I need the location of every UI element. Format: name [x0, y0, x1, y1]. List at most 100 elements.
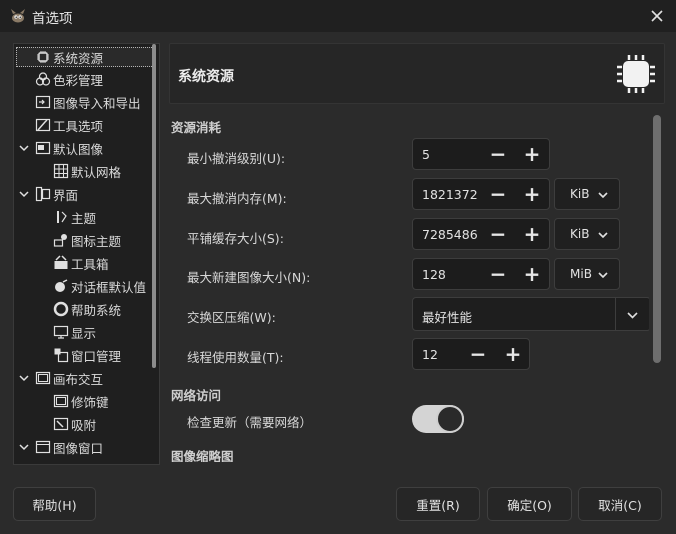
- window-management-icon: [54, 348, 69, 363]
- tree-item-help-system[interactable]: 帮助系统: [14, 298, 153, 320]
- chevron-down-icon[interactable]: [18, 372, 30, 384]
- tree-item-icon-theme[interactable]: 图标主题: [14, 229, 153, 251]
- max-undo-memory-decrement-button[interactable]: −: [481, 178, 515, 210]
- color-circles-icon: [35, 72, 51, 86]
- tree-item-color-management[interactable]: 色彩管理: [14, 68, 153, 90]
- page-header: 系统资源: [169, 43, 665, 104]
- min-undo-value[interactable]: 5: [422, 147, 430, 162]
- max-new-image-size-increment-button[interactable]: +: [515, 258, 549, 290]
- chevron-down-icon: [598, 192, 608, 199]
- tree-item-label: 画布交互: [53, 371, 104, 387]
- minus-icon: −: [489, 142, 507, 166]
- section-title-resources: 资源消耗: [171, 120, 222, 135]
- threads-spinner[interactable]: 12 − +: [412, 338, 530, 370]
- min-undo-increment-button[interactable]: +: [515, 138, 549, 170]
- tile-cache-value[interactable]: 7285486: [422, 227, 478, 242]
- max-new-image-size-value[interactable]: 128: [422, 267, 446, 282]
- help-button[interactable]: 帮助(H): [13, 487, 96, 521]
- reset-button[interactable]: 重置(R): [396, 487, 480, 521]
- tree-item-label: 界面: [53, 187, 79, 203]
- tile-cache-unit-dropdown[interactable]: KiB: [554, 218, 620, 250]
- tree-scrollbar[interactable]: [152, 44, 156, 368]
- tree-item-label: 显示: [71, 325, 97, 341]
- section-title-thumbnails: 图像缩略图: [171, 449, 234, 462]
- image-window-icon: [35, 440, 51, 454]
- tree-item-modifier-keys[interactable]: 修饰键: [14, 390, 153, 412]
- chevron-down-icon[interactable]: [18, 188, 30, 200]
- theme-icon: [57, 211, 67, 223]
- tree-item-tool-options[interactable]: 工具选项: [14, 114, 153, 136]
- tree-item-label: 默认图像: [53, 141, 104, 157]
- plus-icon: +: [523, 142, 541, 166]
- tile-cache-label: 平铺缓存大小(S):: [187, 231, 284, 246]
- tree-item-label: 工具箱: [71, 256, 109, 272]
- grid-icon: [53, 163, 69, 179]
- max-new-image-size-unit-dropdown[interactable]: MiB: [554, 258, 620, 290]
- check-updates-toggle[interactable]: [412, 405, 464, 433]
- tree-item-default-image[interactable]: 默认图像: [14, 137, 153, 159]
- max-undo-memory-value[interactable]: 1821372: [422, 187, 478, 202]
- canvas-icon: [35, 371, 51, 385]
- swap-compression-label: 交换区压缩(W):: [187, 310, 276, 325]
- help-lifebuoy-icon: [53, 301, 69, 317]
- gimp-logo-icon: [11, 9, 25, 23]
- snapping-icon: [53, 417, 69, 431]
- threads-increment-button[interactable]: +: [496, 338, 530, 370]
- tree-item-display[interactable]: 显示: [14, 321, 153, 343]
- chevron-down-icon[interactable]: [18, 142, 30, 154]
- minus-icon: −: [489, 262, 507, 286]
- cpu-chip-icon: [617, 55, 655, 93]
- cancel-button[interactable]: 取消(C): [578, 487, 662, 521]
- threads-decrement-button[interactable]: −: [461, 338, 495, 370]
- tree-item-canvas-interaction[interactable]: 画布交互: [14, 367, 153, 389]
- ok-button-label: 确定(O): [507, 497, 552, 513]
- min-undo-label: 最小撤消级别(U):: [187, 151, 286, 166]
- max-undo-memory-increment-button[interactable]: +: [515, 178, 549, 210]
- unit-label: KiB: [570, 227, 590, 241]
- content-scrollbar[interactable]: [653, 115, 661, 363]
- max-undo-memory-spinner[interactable]: 1821372 − +: [412, 178, 550, 210]
- max-undo-memory-unit-dropdown[interactable]: KiB: [554, 178, 620, 210]
- min-undo-spinner[interactable]: 5 − +: [412, 138, 550, 170]
- check-updates-label: 检查更新（需要网络）: [187, 415, 313, 430]
- chevron-down-icon[interactable]: [18, 441, 30, 453]
- tree-item-label: 色彩管理: [53, 72, 104, 88]
- chevron-down-icon: [598, 232, 608, 239]
- tree-item-label: 图像导入和导出: [53, 95, 141, 111]
- tree-item-interface[interactable]: 界面: [14, 183, 153, 205]
- tree-item-image-window[interactable]: 图像窗口: [14, 436, 153, 458]
- tree-item-window-management[interactable]: 窗口管理: [14, 344, 153, 366]
- help-button-label: 帮助(H): [32, 497, 77, 513]
- preferences-tree[interactable]: 系统资源 色彩管理 图像导入和导出 工具选项 默认图像 默认网格 界面 主题 图…: [13, 43, 160, 465]
- max-new-image-size-decrement-button[interactable]: −: [481, 258, 515, 290]
- tree-item-theme[interactable]: 主题: [14, 206, 153, 228]
- chevron-down-icon: [627, 312, 638, 319]
- tree-item-label: 帮助系统: [71, 302, 122, 318]
- threads-value[interactable]: 12: [422, 347, 438, 362]
- ok-button[interactable]: 确定(O): [487, 487, 572, 521]
- tree-item-label: 工具选项: [53, 118, 104, 134]
- tree-item-toolbox[interactable]: 工具箱: [14, 252, 153, 274]
- tree-item-label: 修饰键: [71, 394, 109, 410]
- swap-compression-dropdown[interactable]: 最好性能: [412, 297, 649, 331]
- tile-cache-spinner[interactable]: 7285486 − +: [412, 218, 550, 250]
- settings-content: 资源消耗 最小撤消级别(U): 5 − + 最大撤消内存(M): 1821372…: [169, 110, 649, 462]
- chevron-down-icon: [598, 272, 608, 279]
- minus-icon: −: [489, 182, 507, 206]
- tree-item-image-import-export[interactable]: 图像导入和导出: [14, 91, 153, 113]
- tree-item-default-grid[interactable]: 默认网格: [14, 160, 153, 182]
- tile-cache-increment-button[interactable]: +: [515, 218, 549, 250]
- tree-item-label: 系统资源: [53, 50, 104, 66]
- interface-icon: [35, 186, 51, 202]
- default-image-icon: [35, 141, 51, 155]
- tile-cache-decrement-button[interactable]: −: [481, 218, 515, 250]
- tree-item-snapping[interactable]: 吸附: [14, 413, 153, 435]
- toolbox-icon: [54, 255, 68, 269]
- window-title: 首选项: [32, 11, 73, 27]
- tree-item-system-resources[interactable]: 系统资源: [14, 46, 156, 68]
- plus-icon: +: [504, 342, 522, 366]
- min-undo-decrement-button[interactable]: −: [481, 138, 515, 170]
- max-new-image-size-spinner[interactable]: 128 − +: [412, 258, 550, 290]
- tree-item-dialog-defaults[interactable]: 对话框默认值: [14, 275, 153, 297]
- close-icon[interactable]: [646, 5, 668, 27]
